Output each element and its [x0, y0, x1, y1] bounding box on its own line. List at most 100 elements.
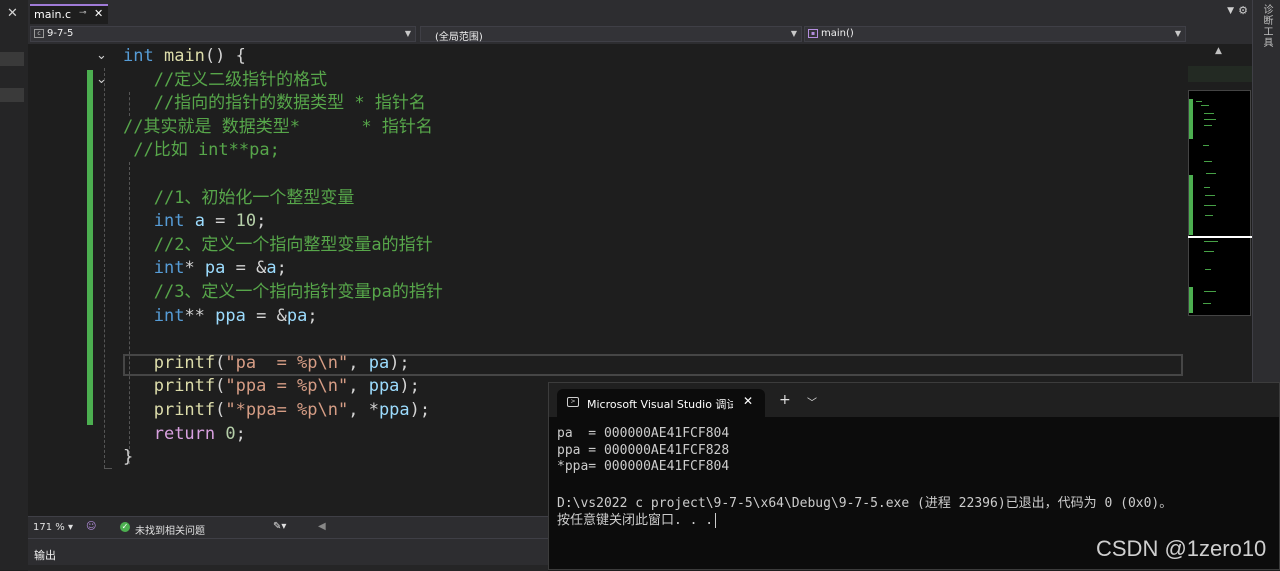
code-token: a [194, 211, 205, 232]
zoom-value: 171 % [33, 522, 65, 533]
function-icon: ▪ [808, 29, 818, 38]
code-line[interactable]: //其实就是 数据类型* * 指针名 [123, 115, 433, 139]
gear-icon[interactable]: ⚙ [1238, 4, 1248, 17]
console-line: 按任意键关闭此窗口. . . [557, 509, 717, 528]
code-token: int [123, 46, 154, 66]
code-token: , [348, 376, 369, 397]
code-line[interactable]: printf("ppa = %p\n", ppa); [123, 374, 420, 398]
code-line[interactable]: //比如 int**pa; [123, 138, 280, 162]
close-icon[interactable]: ✕ [7, 6, 18, 21]
minimap-overview [1188, 66, 1252, 82]
code-token: } [123, 447, 134, 468]
minimap-code-mark [1205, 195, 1215, 196]
pin-icon[interactable]: ⊸ [79, 8, 87, 18]
code-token: ); [389, 352, 410, 373]
chevron-down-icon: ▼ [1174, 29, 1181, 38]
minimap-code-mark [1204, 241, 1218, 242]
code-cleanup-icon[interactable]: ✎▾ [273, 521, 286, 532]
code-token: = & [225, 258, 267, 279]
code-token: ( [215, 352, 226, 373]
code-line[interactable]: //1、初始化一个整型变量 [123, 186, 355, 210]
code-token: pa [368, 352, 390, 373]
minimap-code-mark [1204, 291, 1216, 292]
code-token: //3、定义一个指向指针变量pa的指针 [153, 282, 443, 302]
project-icon: c [34, 29, 44, 38]
code-token: a [266, 258, 277, 279]
output-panel: 输出 [28, 538, 548, 571]
tab-label: main.c [34, 8, 72, 21]
code-token: () { [204, 46, 246, 66]
code-line[interactable]: //3、定义一个指向指针变量pa的指针 [123, 280, 443, 304]
minimap-code-mark [1204, 187, 1210, 188]
nav-left-icon[interactable]: ◀ [318, 521, 326, 532]
minimap-code-mark [1196, 101, 1202, 102]
code-line[interactable]: int** ppa = &pa; [123, 304, 318, 328]
code-line[interactable]: printf("*ppa= %p\n", *ppa); [123, 398, 430, 422]
console-tab[interactable]: > Microsoft Visual Studio 调试控制台 ✕ [557, 389, 765, 417]
code-line[interactable]: //定义二级指针的格式 [123, 68, 327, 92]
check-icon: ✓ [120, 522, 130, 532]
scope-dropdown[interactable]: (全局范围) ▼ [420, 26, 802, 43]
code-token: int [153, 211, 185, 232]
search-icon[interactable] [0, 52, 24, 66]
minimap-code-mark [1205, 269, 1211, 270]
zoom-level[interactable]: 171 % ▾ [33, 522, 73, 533]
code-token: return [153, 423, 216, 444]
code-line[interactable]: printf("pa = %p\n", pa); [123, 351, 410, 375]
code-token: int [153, 258, 185, 279]
console-line: ppa = 000000AE41FCF828 [557, 442, 730, 458]
code-line[interactable]: int a = 10; [123, 209, 267, 233]
code-line[interactable]: int main() { [123, 44, 246, 68]
code-token: "ppa = %p\n" [225, 376, 349, 397]
code-line[interactable]: //指向的指针的数据类型 * 指针名 [123, 91, 426, 115]
minimap-viewport[interactable] [1188, 90, 1251, 316]
code-token: , [348, 352, 369, 373]
code-line[interactable]: //2、定义一个指向整型变量a的指针 [123, 233, 433, 257]
code-line[interactable]: int* pa = &a; [123, 256, 287, 280]
tab-main-c[interactable]: main.c ⊸ ✕ [30, 4, 108, 24]
code-token: int [153, 305, 185, 326]
output-toolbar [28, 565, 548, 571]
minimap-code-mark [1204, 251, 1214, 252]
minimap-code-mark [1204, 113, 1214, 114]
new-tab-button[interactable]: + [779, 392, 791, 408]
tab-overflow-dropdown-icon[interactable]: ▼ [1227, 6, 1234, 16]
fold-collapse-icon[interactable]: ⌄ [96, 72, 107, 87]
minimap-code-mark [1204, 205, 1216, 206]
chevron-down-icon[interactable]: ﹀ [807, 394, 817, 409]
code-token: "pa = %p\n" [225, 352, 349, 373]
chevron-up-icon[interactable]: ▲ [1215, 46, 1222, 56]
code-token: //2、定义一个指向整型变量a的指针 [153, 234, 433, 255]
navigation-bar: c 9-7-5 ▼ (全局范围) ▼ ▪ main() ▼ [28, 24, 1252, 45]
close-icon[interactable]: ✕ [743, 394, 753, 408]
output-panel-title[interactable]: 输出 [34, 547, 56, 563]
close-tab-button[interactable]: ✕ [94, 7, 103, 20]
chevron-down-icon: ▼ [790, 29, 797, 38]
diagnostic-tools-tab[interactable]: 诊断工具 [1259, 4, 1274, 48]
code-token: = & [245, 305, 287, 326]
minimap-code-mark [1205, 215, 1213, 216]
issues-status[interactable]: 未找到相关问题 [135, 522, 205, 537]
project-dropdown[interactable]: c 9-7-5 ▼ [30, 26, 416, 42]
minimap-code-mark [1204, 119, 1216, 120]
code-line[interactable]: return 0; [123, 422, 246, 446]
code-line[interactable]: } [123, 445, 133, 469]
fold-collapse-icon[interactable]: ⌄ [96, 48, 107, 63]
minimap-code-mark [1206, 173, 1216, 174]
code-token: , * [348, 400, 379, 420]
code-token: //定义二级指针的格式 [123, 69, 328, 90]
code-token: ppa [368, 376, 400, 397]
document-tab-bar: main.c ⊸ ✕ ▼ ⚙ [28, 0, 1252, 24]
tree-item[interactable] [0, 88, 24, 102]
code-token: pa [204, 258, 226, 279]
intellicode-icon[interactable]: ☺ [86, 521, 96, 532]
change-tracking-bar [87, 70, 93, 425]
function-dropdown[interactable]: ▪ main() ▼ [804, 26, 1186, 42]
